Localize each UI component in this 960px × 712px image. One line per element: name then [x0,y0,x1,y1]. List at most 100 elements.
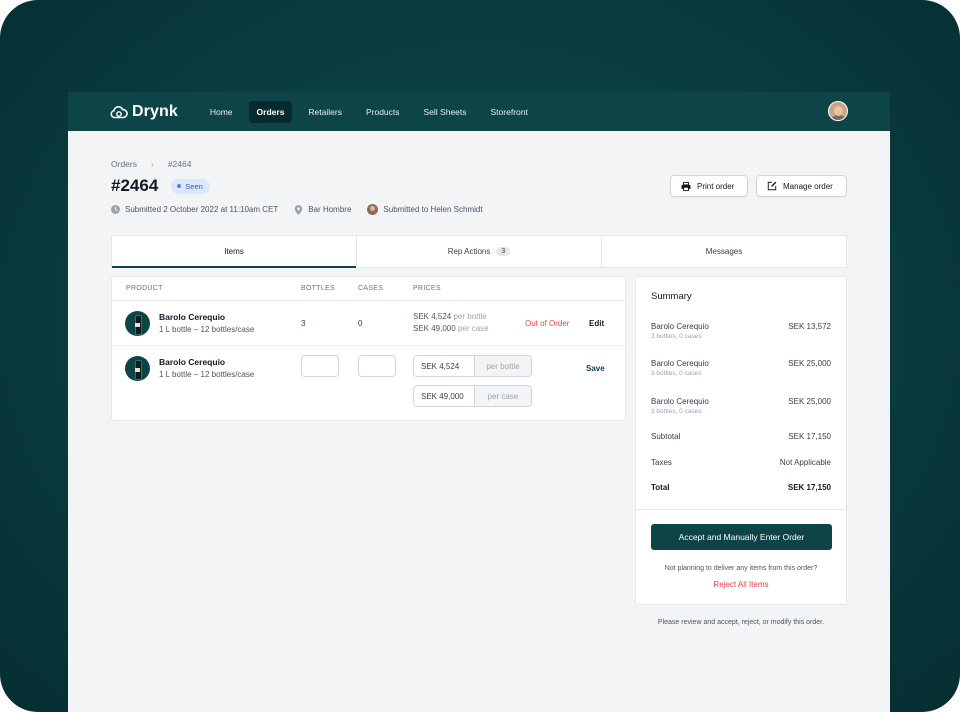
submitted-text: Submitted 2 October 2022 at 11:10am CET [125,205,279,214]
price-per-case-suffix: per case [475,386,531,406]
bottles-input[interactable] [301,355,339,377]
tab-items-label: Items [224,247,244,256]
cloud-logo-icon [110,105,128,118]
col-cases: CASES [358,285,384,292]
taxes-value: Not Applicable [779,458,831,467]
dot-icon [177,184,182,188]
taxes-label: Taxes [651,458,672,467]
top-nav: Drynk Home Orders Retailers Products Sel… [68,92,890,131]
price-per-bottle-value[interactable]: SEK 4,524 [414,356,475,376]
price-per-case: SEK 49,000 [413,324,456,333]
tab-messages[interactable]: Messages [602,236,846,267]
nav-storefront[interactable]: Storefront [483,101,536,123]
logo-text: Drynk [132,102,178,120]
nav-sell-sheets[interactable]: Sell Sheets [416,101,475,123]
price-per-bottle-input[interactable]: SEK 4,524 per bottle [413,355,532,377]
price-per-bottle-suffix: per bottle [475,356,531,376]
rep-avatar [367,204,379,215]
print-order-button[interactable]: Print order [670,175,748,197]
price-per-bottle-unit: per bottle [453,312,487,321]
summary-line-sub: 3 bottles, 0 cases [651,408,702,415]
tab-rep-actions[interactable]: Rep Actions 3 [357,236,602,267]
edit-button[interactable]: Edit [589,319,604,328]
edit-icon [767,181,777,191]
breadcrumb-current: #2464 [167,159,192,169]
accept-order-button[interactable]: Accept and Manually Enter Order [651,524,832,550]
location-pin-icon [295,204,303,215]
wine-bottle-icon [125,311,150,336]
not-planning-text: Not planning to deliver any items from t… [664,565,818,572]
meta-submitted: Submitted 2 October 2022 at 11:10am CET [111,205,278,214]
price-per-case-value[interactable]: SEK 49,000 [414,386,475,406]
chevron-right-icon: › [150,159,154,169]
summary-line-value: SEK 25,000 [788,359,831,368]
save-button[interactable]: Save [586,364,605,373]
manage-order-button[interactable]: Manage order [756,175,847,197]
product-detail: 1 L bottle – 12 bottles/case [159,370,255,379]
out-of-order-status: Out of Order [525,319,570,328]
summary-line-sub: 3 bottles, 0 cases [651,370,702,377]
table-header: PRODUCT BOTTLES CASES PRICES [112,277,625,301]
review-note: Please review and accept, reject, or mod… [657,619,825,626]
items-table: PRODUCT BOTTLES CASES PRICES Barolo Cere… [111,276,626,421]
tab-messages-label: Messages [705,247,743,256]
bottles-value: 3 [301,319,306,328]
table-row: Barolo Cerequio 1 L bottle – 12 bottles/… [112,301,625,346]
manage-order-label: Manage order [783,181,833,191]
summary-line-label: Barolo Cerequio [651,322,709,331]
status-badge: Seen [171,178,210,194]
status-badge-label: Seen [185,181,203,191]
col-prices: PRICES [413,285,441,292]
cases-value: 0 [358,319,363,328]
logo[interactable]: Drynk [110,103,178,121]
summary-line-label: Barolo Cerequio [651,397,709,406]
summary-line-value: SEK 13,572 [788,322,831,331]
prices-cell: SEK 4,524 per bottle SEK 49,000 per case [413,311,489,335]
product-name: Barolo Cerequio [159,312,226,322]
submitted-to-text: Submitted to Helen Schmidt [383,205,483,214]
total-label: Total [651,483,670,492]
subtotal-label: Subtotal [651,432,681,441]
nav-retailers[interactable]: Retailers [300,101,350,123]
summary-title: Summary [651,291,692,302]
printer-icon [681,181,691,191]
meta-submitted-to: Submitted to Helen Schmidt [367,204,483,215]
price-per-case-unit: per case [457,324,489,333]
nav-home[interactable]: Home [202,101,241,123]
location-text: Bar Hombre [308,205,352,214]
summary-line-value: SEK 25,000 [788,397,831,406]
subtotal-value: SEK 17,150 [788,432,831,441]
cases-input[interactable] [358,355,396,377]
order-tabs: Items Rep Actions 3 Messages [111,235,847,268]
summary-line-sub: 3 bottles, 0 cases [651,333,702,340]
rep-actions-count-badge: 3 [496,247,511,256]
tab-rep-actions-label: Rep Actions [447,247,491,256]
user-avatar[interactable] [828,101,848,121]
background-frame: Drynk Home Orders Retailers Products Sel… [0,0,960,712]
wine-bottle-icon [125,356,150,381]
breadcrumb-orders[interactable]: Orders [111,159,137,169]
print-order-label: Print order [697,181,735,191]
order-summary: Summary Barolo Cerequio SEK 13,572 3 bot… [635,276,847,605]
product-name: Barolo Cerequio [159,357,226,367]
reject-all-items-link[interactable]: Reject All Items [636,580,846,589]
summary-line-label: Barolo Cerequio [651,359,709,368]
nav-products[interactable]: Products [358,101,408,123]
product-detail: 1 L bottle – 12 bottles/case [159,325,255,334]
order-meta: Submitted 2 October 2022 at 11:10am CET … [111,204,499,215]
summary-divider [636,509,846,510]
price-per-case-input[interactable]: SEK 49,000 per case [413,385,532,407]
app-window: Drynk Home Orders Retailers Products Sel… [68,92,890,712]
tab-items[interactable]: Items [112,236,357,268]
nav-orders[interactable]: Orders [248,100,293,123]
col-bottles: BOTTLES [301,285,335,292]
meta-location: Bar Hombre [294,204,352,215]
title-row: #2464 Seen [111,176,210,196]
page-title: #2464 [111,176,159,195]
total-value: SEK 17,150 [787,483,831,492]
table-row-editing: Barolo Cerequio 1 L bottle – 12 bottles/… [112,346,625,420]
col-product: PRODUCT [126,285,163,292]
clock-icon [111,205,120,214]
price-per-bottle: SEK 4,524 [413,312,452,321]
breadcrumb: Orders › #2464 [111,159,191,169]
